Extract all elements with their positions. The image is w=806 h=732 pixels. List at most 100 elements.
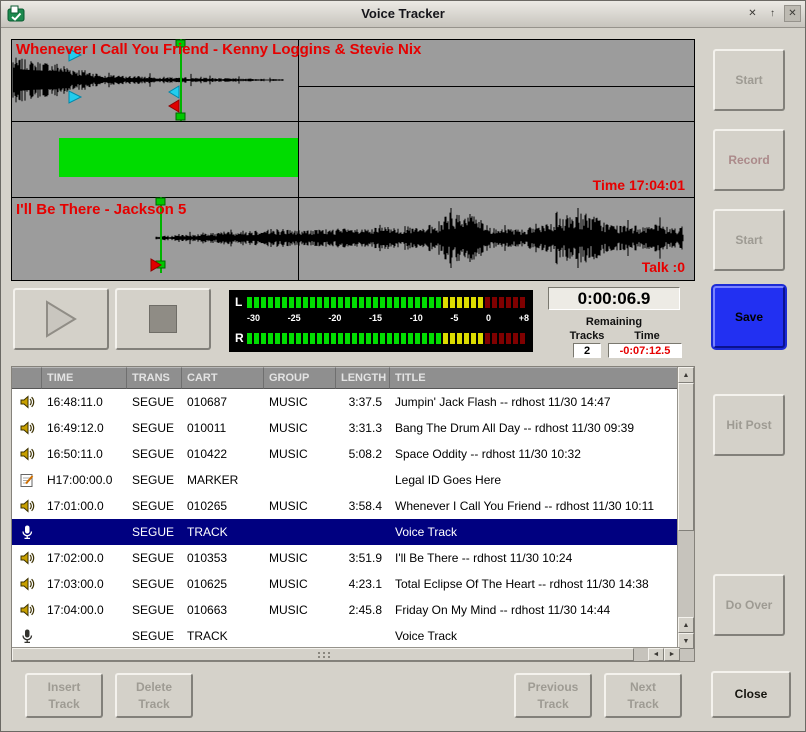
meter-segment <box>345 333 350 344</box>
log-header: TIMETRANSCARTGROUPLENGTHTITLE <box>12 367 680 389</box>
cell-time: 16:49:12.0 <box>42 421 127 435</box>
cell-group: MUSIC <box>264 551 336 565</box>
meter-left-strip <box>247 297 529 308</box>
column-header-group[interactable]: GROUP <box>264 367 336 389</box>
cell-title: Jumpin' Jack Flash -- rdhost 11/30 14:47 <box>390 395 680 409</box>
cell-title: Voice Track <box>390 629 680 643</box>
column-header-cart[interactable]: CART <box>182 367 264 389</box>
scroll-down-icon[interactable]: ▼ <box>678 633 694 649</box>
meter-segment <box>338 333 343 344</box>
marker-icon <box>12 472 42 488</box>
cell-trans: SEGUE <box>127 395 182 409</box>
meter-segment <box>478 333 483 344</box>
window-maximize-button[interactable]: ↑ <box>764 5 781 22</box>
cell-cart: 010687 <box>182 395 264 409</box>
cell-title: Bang The Drum All Day -- rdhost 11/30 09… <box>390 421 680 435</box>
cell-length: 4:23.1 <box>336 577 390 591</box>
meter-segment <box>289 297 294 308</box>
log-row[interactable]: SEGUETRACKVoice Track <box>12 623 680 649</box>
hit-post-button[interactable]: Hit Post <box>713 394 785 456</box>
meter-segment <box>247 333 252 344</box>
meter-segment <box>394 297 399 308</box>
window-close-button[interactable]: ✕ <box>784 5 801 22</box>
meter-segment <box>373 297 378 308</box>
do-over-button[interactable]: Do Over <box>713 574 785 636</box>
meter-segment <box>485 333 490 344</box>
horizontal-scrollbar[interactable]: ◄ ► <box>12 647 680 661</box>
meter-scale: -30-25-20-15-10-50+8 <box>247 313 529 323</box>
thumb-grip <box>323 652 325 654</box>
speaker-icon <box>12 394 42 410</box>
meter-segment <box>471 297 476 308</box>
cell-group: MUSIC <box>264 447 336 461</box>
vertical-scrollbar[interactable]: ▲ ▲ ▼ <box>677 367 694 661</box>
speaker-icon <box>12 498 42 514</box>
log-row[interactable]: 17:01:00.0SEGUE010265MUSIC3:58.4Whenever… <box>12 493 680 519</box>
meter-segment <box>331 333 336 344</box>
stop-button[interactable] <box>115 288 211 350</box>
meter-segment <box>513 297 518 308</box>
cell-length: 3:37.5 <box>336 395 390 409</box>
meter-segment <box>429 297 434 308</box>
column-header-length[interactable]: LENGTH <box>336 367 390 389</box>
log-row[interactable]: 16:48:11.0SEGUE010687MUSIC3:37.5Jumpin' … <box>12 389 680 415</box>
log-row[interactable]: 17:03:00.0SEGUE010625MUSIC4:23.1Total Ec… <box>12 571 680 597</box>
waveform-display[interactable]: Whenever I Call You Friend - Kenny Loggi… <box>11 39 695 281</box>
meter-segment <box>443 333 448 344</box>
next-track-button[interactable]: Next Track <box>604 673 682 718</box>
save-button[interactable]: Save <box>713 286 785 348</box>
previous-track-button[interactable]: Previous Track <box>514 673 592 718</box>
hscroll-thumb[interactable] <box>12 648 634 661</box>
cursor-handle[interactable] <box>176 113 185 120</box>
log-row[interactable]: 17:02:00.0SEGUE010353MUSIC3:51.9I'll Be … <box>12 545 680 571</box>
cell-title: Space Oddity -- rdhost 11/30 10:32 <box>390 447 680 461</box>
meter-segment <box>303 333 308 344</box>
cell-time: 17:01:00.0 <box>42 499 127 513</box>
log-row[interactable]: SEGUETRACKVoice Track <box>12 519 680 545</box>
cell-cart: 010625 <box>182 577 264 591</box>
meter-segment <box>331 297 336 308</box>
column-header-icon[interactable] <box>12 367 42 389</box>
meter-segment <box>373 333 378 344</box>
voicetrack-region-bar[interactable] <box>59 138 298 177</box>
meter-right-strip <box>247 333 529 344</box>
scroll-right-icon[interactable]: ► <box>664 648 680 661</box>
insert-track-button[interactable]: Insert Track <box>25 673 103 718</box>
meter-segment <box>282 297 287 308</box>
cell-title: Legal ID Goes Here <box>390 473 680 487</box>
column-header-title[interactable]: TITLE <box>390 367 680 389</box>
waveform-canvas[interactable] <box>11 39 695 281</box>
cell-group: MUSIC <box>264 577 336 591</box>
column-header-trans[interactable]: TRANS <box>127 367 182 389</box>
log-row[interactable]: H17:00:00.0SEGUEMARKERLegal ID Goes Here <box>12 467 680 493</box>
titlebar[interactable]: Voice Tracker ✕ ↑ ✕ <box>1 1 805 28</box>
scroll-left-icon[interactable]: ◄ <box>648 648 664 661</box>
window-button-left[interactable]: ✕ <box>744 5 761 22</box>
meter-segment <box>296 297 301 308</box>
scroll-up-icon[interactable]: ▲ <box>678 617 694 633</box>
meter-segment <box>436 297 441 308</box>
start-segue-button[interactable]: Start <box>713 49 785 111</box>
vscroll-thumb[interactable] <box>678 383 694 531</box>
delete-track-button[interactable]: Delete Track <box>115 673 193 718</box>
meter-segment <box>499 297 504 308</box>
meter-scale-label: 0 <box>486 313 491 323</box>
close-button[interactable]: Close <box>711 671 791 718</box>
log-row[interactable]: 16:49:12.0SEGUE010011MUSIC3:31.3Bang The… <box>12 415 680 441</box>
cell-trans: SEGUE <box>127 421 182 435</box>
column-header-time[interactable]: TIME <box>42 367 127 389</box>
stop-icon <box>148 304 178 334</box>
speaker-icon <box>12 420 42 436</box>
meter-segment <box>324 333 329 344</box>
log-row[interactable]: 17:04:00.0SEGUE010663MUSIC2:45.8Friday O… <box>12 597 680 623</box>
record-button[interactable]: Record <box>713 129 785 191</box>
scroll-up-icon[interactable]: ▲ <box>678 367 694 383</box>
play-button[interactable] <box>13 288 109 350</box>
meter-segment <box>408 297 413 308</box>
cell-length: 3:58.4 <box>336 499 390 513</box>
log-row[interactable]: 16:50:11.0SEGUE010422MUSIC5:08.2Space Od… <box>12 441 680 467</box>
start-next-button[interactable]: Start <box>713 209 785 271</box>
meter-segment <box>471 333 476 344</box>
cell-time: 16:50:11.0 <box>42 447 127 461</box>
cell-length: 3:51.9 <box>336 551 390 565</box>
